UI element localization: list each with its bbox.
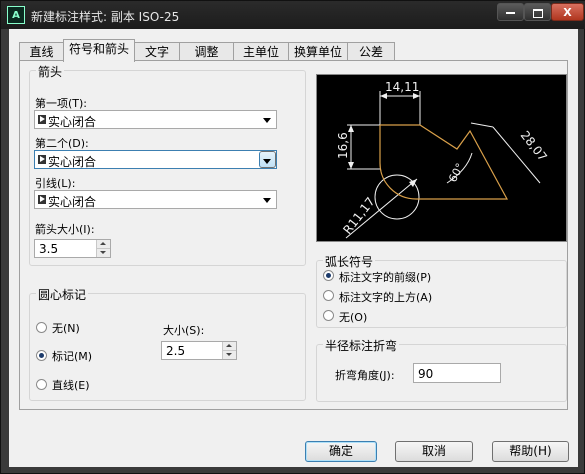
- app-icon: A: [7, 6, 25, 24]
- arc-prefix-label: 标注文字的前缀(P): [339, 271, 432, 284]
- dialog-window: A 新建标注样式: 副本 ISO-25 X 直线 符号和箭头 文字 调整 主单位…: [0, 0, 585, 474]
- second-arrow-value: 实心闭合: [48, 155, 97, 169]
- arc-length-title: 弧长符号: [323, 253, 376, 270]
- dialog-client: 直线 符号和箭头 文字 调整 主单位 换算单位 公差 箭头 第一项(T): 实心…: [9, 29, 578, 467]
- arc-above-radio[interactable]: [323, 290, 334, 301]
- dim-top-text: 14,11: [385, 80, 419, 94]
- second-arrow-label: 第二个(D):: [35, 137, 89, 150]
- jog-angle-label: 折弯角度(J):: [335, 369, 395, 382]
- leader-arrow-select[interactable]: 实心闭合: [34, 190, 277, 209]
- minimize-button[interactable]: [497, 3, 524, 21]
- chevron-down-icon: [263, 118, 271, 123]
- center-mark-label: 标记(M): [52, 350, 93, 363]
- arc-prefix-radio[interactable]: [323, 270, 334, 281]
- arrow-size-stepper[interactable]: 3.5: [34, 239, 111, 258]
- spin-up-icon[interactable]: [96, 240, 110, 249]
- help-button[interactable]: 帮助(H): [492, 441, 569, 462]
- dim-right-text: 28,07: [518, 128, 550, 164]
- jog-angle-value: 90: [418, 367, 434, 381]
- center-mark-radio[interactable]: [36, 350, 47, 361]
- arrow-preview-icon: [38, 155, 46, 164]
- maximize-icon: [532, 8, 543, 18]
- arc-length-group: 弧长符号 标注文字的前缀(P) 标注文字的上方(A) 无(O): [316, 253, 567, 328]
- title-bar[interactable]: A 新建标注样式: 副本 ISO-25 X: [1, 1, 585, 29]
- arc-none-radio[interactable]: [323, 310, 334, 321]
- window-title: 新建标注样式: 副本 ISO-25: [31, 10, 180, 24]
- tab-tolerances[interactable]: 公差: [347, 42, 395, 60]
- leader-arrow-label: 引线(L):: [35, 177, 76, 190]
- arrowheads-group: 箭头 第一项(T): 实心闭合 第二个(D): 实心闭合 引线(L): 实心闭合: [29, 63, 306, 266]
- second-arrow-select[interactable]: 实心闭合: [34, 150, 277, 169]
- preview-part-outline: [379, 124, 509, 200]
- first-arrow-label: 第一项(T):: [35, 97, 88, 110]
- center-size-label: 大小(S):: [163, 324, 205, 337]
- radius-jog-group: 半径标注折弯 折弯角度(J): 90: [316, 337, 567, 402]
- maximize-button[interactable]: [524, 3, 551, 21]
- first-arrow-value: 实心闭合: [48, 115, 97, 129]
- center-none-label: 无(N): [52, 322, 80, 335]
- leader-arrow-value: 实心闭合: [48, 195, 97, 209]
- minimize-icon: [506, 12, 515, 14]
- arc-above-label: 标注文字的上方(A): [339, 291, 433, 304]
- center-line-label: 直线(E): [52, 379, 90, 392]
- arrow-preview-icon: [38, 195, 46, 204]
- tab-alternate-units[interactable]: 换算单位: [288, 42, 348, 60]
- tab-text[interactable]: 文字: [134, 42, 180, 60]
- jog-angle-input[interactable]: 90: [413, 363, 501, 383]
- center-size-stepper[interactable]: 2.5: [161, 341, 237, 360]
- arrow-head: [348, 162, 354, 169]
- center-line-radio[interactable]: [36, 379, 47, 390]
- center-marks-group: 圆心标记 无(N) 标记(M) 直线(E) 大小(S): 2.5: [29, 286, 306, 401]
- preview-drawing: 14,11 16,6 28,07 60° R11,17: [336, 80, 550, 239]
- close-button[interactable]: X: [551, 3, 584, 21]
- arrow-size-label: 箭头大小(I):: [35, 223, 95, 236]
- spin-down-icon[interactable]: [222, 351, 236, 359]
- arrow-head: [348, 125, 354, 132]
- cancel-button[interactable]: 取消: [395, 441, 473, 462]
- tab-symbols-arrows[interactable]: 符号和箭头: [63, 39, 135, 62]
- arrowheads-title: 箭头: [36, 63, 65, 80]
- ok-button[interactable]: 确定: [305, 441, 377, 462]
- center-none-radio[interactable]: [36, 322, 47, 333]
- close-icon: X: [563, 6, 572, 19]
- center-size-value: 2.5: [166, 344, 186, 358]
- first-arrow-select[interactable]: 实心闭合: [34, 110, 277, 129]
- chevron-down-icon: [263, 198, 271, 203]
- center-marks-title: 圆心标记: [36, 286, 89, 303]
- right-extension: [470, 122, 494, 128]
- radius-jog-title: 半径标注折弯: [323, 337, 400, 354]
- chevron-down-icon: [263, 159, 271, 164]
- tab-lines[interactable]: 直线: [19, 42, 64, 60]
- dim-left-text: 16,6: [336, 132, 350, 159]
- arrow-preview-icon: [38, 115, 46, 124]
- arrow-size-value: 3.5: [39, 242, 59, 256]
- dropdown-button[interactable]: [259, 151, 276, 168]
- dim-angle-text: 60°: [446, 161, 467, 184]
- tab-fit[interactable]: 调整: [179, 42, 234, 60]
- preview-panel: 14,11 16,6 28,07 60° R11,17: [316, 74, 567, 242]
- tab-primary-units[interactable]: 主单位: [233, 42, 289, 60]
- tab-panel: 箭头 第一项(T): 实心闭合 第二个(D): 实心闭合 引线(L): 实心闭合: [19, 60, 568, 410]
- arc-none-label: 无(O): [339, 311, 368, 324]
- spin-down-icon[interactable]: [96, 249, 110, 257]
- spin-up-icon[interactable]: [222, 342, 236, 351]
